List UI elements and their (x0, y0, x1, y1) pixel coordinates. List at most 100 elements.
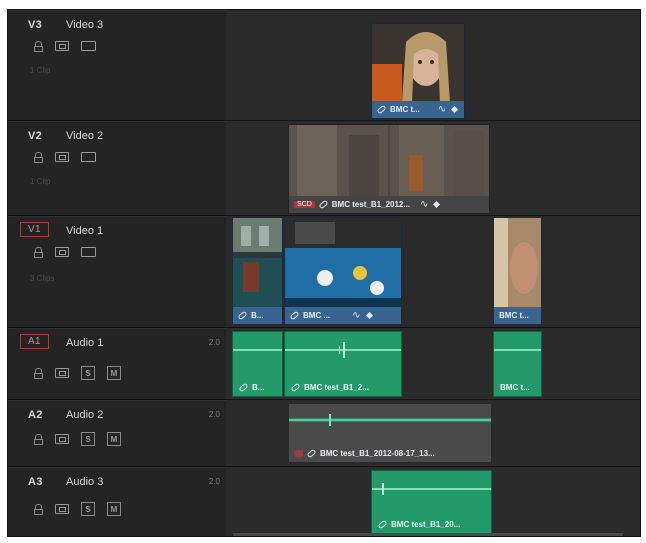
timeline-lanes[interactable]: BMC t... ∿ SCD BMC test_B1_2012... ∿ B..… (226, 10, 640, 536)
track-controls: S M (34, 366, 121, 380)
clip-label-bar: BMC test_B1_2... (285, 378, 401, 396)
link-icon (376, 104, 387, 115)
lock-icon[interactable] (34, 368, 43, 379)
lock-icon[interactable] (34, 504, 43, 515)
auto-select-icon[interactable] (55, 152, 69, 162)
audio-waveform (289, 414, 491, 426)
track-header-v1[interactable]: V1 Video 1 3 Clips (8, 216, 226, 328)
link-icon (289, 310, 300, 321)
clip-name: BMC test_B1_2012-08-17_13... (319, 448, 435, 458)
track-name[interactable]: Video 3 (66, 19, 103, 31)
clip-badge: SCD (294, 201, 315, 208)
track-name[interactable]: Audio 3 (66, 476, 103, 488)
clip-count: 1 Clip (30, 177, 51, 186)
track-headers: V3 Video 3 1 Clip V2 Video 2 1 Clip V1 V… (8, 10, 226, 536)
clip-name: BMC test_B1_2... (304, 382, 369, 392)
clip-name: BMC test_B1_2012... (331, 200, 411, 209)
curve-icon: ∿ (352, 310, 361, 321)
audio-waveform (494, 349, 541, 351)
clip-thumbnail (494, 218, 541, 308)
lock-icon[interactable] (34, 247, 43, 258)
auto-select-icon[interactable] (55, 434, 69, 444)
clip-v2[interactable]: SCD BMC test_B1_2012... ∿ (288, 124, 490, 214)
clip-name: BMC t... (390, 105, 420, 114)
clip-name: B... (252, 382, 265, 392)
clip-name: B... (251, 311, 264, 320)
monitor-icon[interactable] (81, 152, 96, 162)
clip-label-bar: B... (233, 378, 282, 396)
monitor-icon[interactable] (81, 247, 96, 257)
monitor-icon[interactable] (81, 41, 96, 51)
audio-waveform (233, 349, 282, 351)
channel-format: 2.0 (208, 410, 220, 419)
clip-v1-c[interactable]: BMC t... (493, 217, 542, 325)
clip-label-bar: BMC t... (494, 378, 541, 396)
track-name[interactable]: Video 2 (66, 130, 103, 142)
mute-button[interactable]: M (107, 432, 121, 446)
solo-button[interactable]: S (81, 432, 95, 446)
keyframe-icon (451, 105, 459, 114)
clip-a3[interactable]: BMC test_B1_20... (371, 470, 492, 534)
clip-label-bar: BMC ... ∿ (285, 307, 401, 324)
track-id-a1-destination[interactable]: A1 (20, 334, 49, 349)
track-header-v3[interactable]: V3 Video 3 1 Clip (8, 10, 226, 121)
track-header-a2[interactable]: A2 Audio 2 2.0 S M (8, 400, 226, 467)
clip-label-bar: SCD BMC test_B1_2012... ∿ (289, 196, 489, 213)
clip-a1-b[interactable]: BMC test_B1_2... (284, 331, 402, 397)
track-header-a3[interactable]: A3 Audio 3 2.0 S M (8, 467, 226, 536)
track-header-v2[interactable]: V2 Video 2 1 Clip (8, 121, 226, 216)
channel-format: 2.0 (208, 477, 220, 486)
channel-format: 2.0 (208, 338, 220, 347)
track-id-v1-destination[interactable]: V1 (20, 222, 49, 237)
audio-waveform (285, 342, 401, 358)
track-header-a1[interactable]: A1 Audio 1 2.0 S M (8, 328, 226, 400)
auto-select-icon[interactable] (55, 368, 69, 378)
solo-button[interactable]: S (81, 502, 95, 516)
clip-name: BMC t... (499, 311, 529, 320)
auto-select-icon[interactable] (55, 41, 69, 51)
solo-button[interactable]: S (81, 366, 95, 380)
clip-v1-b[interactable]: BMC ... ∿ (284, 217, 402, 325)
link-icon (318, 199, 329, 210)
auto-select-icon[interactable] (55, 504, 69, 514)
clip-a2[interactable]: BMC test_B1_2012-08-17_13... (288, 403, 492, 463)
track-controls (34, 247, 96, 258)
track-controls (34, 41, 96, 52)
link-icon (306, 448, 317, 458)
clip-a1-a[interactable]: B... (232, 331, 283, 397)
track-id: A2 (28, 409, 43, 421)
clip-label-bar: BMC test_B1_20... (372, 515, 491, 533)
auto-select-icon[interactable] (55, 247, 69, 257)
track-name[interactable]: Video 1 (66, 225, 103, 237)
clip-label-bar: BMC t... (494, 307, 541, 324)
keyframe-icon (433, 200, 441, 209)
curve-icon: ∿ (437, 104, 447, 115)
horizontal-scrollbar[interactable] (233, 533, 623, 536)
lock-icon[interactable] (34, 152, 43, 163)
clip-a1-c[interactable]: BMC t... (493, 331, 542, 397)
keyframe-icon (365, 311, 373, 320)
track-controls: S M (34, 432, 121, 446)
clip-v3[interactable]: BMC t... ∿ (371, 23, 465, 119)
mute-button[interactable]: M (107, 366, 121, 380)
clip-thumbnail (289, 125, 489, 197)
clip-name: BMC ... (303, 311, 331, 320)
clip-count: 3 Clips (30, 274, 55, 283)
clip-count: 1 Clip (30, 66, 51, 75)
track-name[interactable]: Audio 2 (66, 409, 103, 421)
lock-icon[interactable] (34, 434, 43, 445)
clip-thumbnail (233, 218, 282, 308)
clip-thumbnail (372, 24, 464, 103)
clip-v1-a[interactable]: B... (232, 217, 283, 325)
track-controls: S M (34, 502, 121, 516)
clip-label-bar: BMC test_B1_2012-08-17_13... (289, 444, 491, 462)
link-icon (238, 382, 249, 392)
link-icon (237, 310, 248, 321)
mute-button[interactable]: M (107, 502, 121, 516)
clip-badge (295, 449, 303, 457)
timeline-editor: V3 Video 3 1 Clip V2 Video 2 1 Clip V1 V… (7, 9, 641, 537)
clip-label-bar: B... (233, 307, 282, 324)
lock-icon[interactable] (34, 41, 43, 52)
clip-thumbnail (285, 218, 401, 308)
track-name[interactable]: Audio 1 (66, 337, 103, 349)
